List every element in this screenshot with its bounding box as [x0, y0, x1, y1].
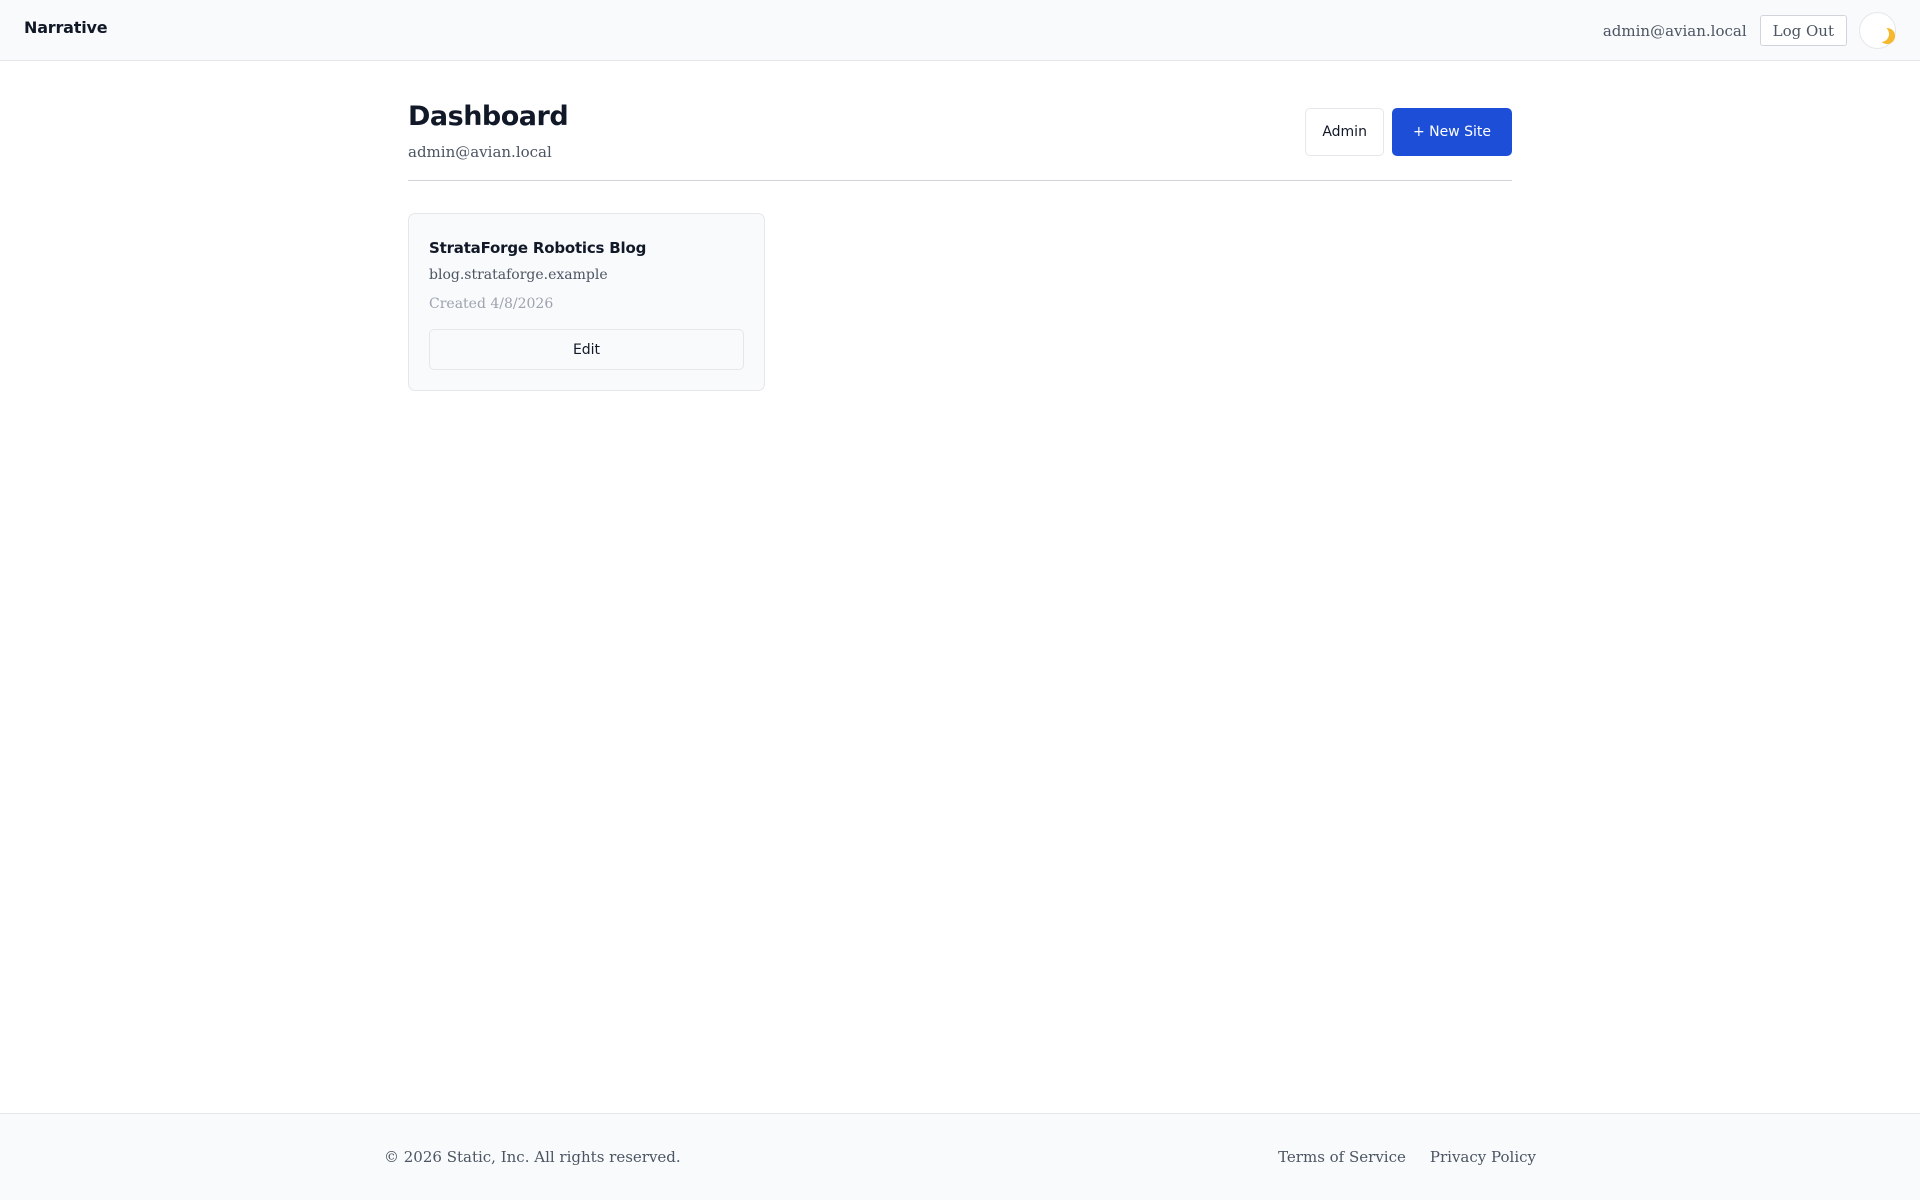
site-domain: blog.strataforge.example	[429, 267, 608, 283]
site-name: StrataForge Robotics Blog	[429, 239, 647, 257]
terms-of-service-link[interactable]: Terms of Service	[1278, 1148, 1406, 1166]
navbar-user-area: admin@avian.local Log Out	[1603, 12, 1896, 49]
theme-toggle-button[interactable]	[1859, 12, 1896, 49]
page-subtitle-email: admin@avian.local	[408, 143, 552, 161]
footer-copyright: © 2026 Static, Inc. All rights reserved.	[384, 1148, 681, 1166]
footer-links: Terms of Service Privacy Policy	[1254, 1148, 1536, 1166]
logout-button[interactable]: Log Out	[1759, 15, 1847, 46]
page-title: Dashboard	[408, 101, 569, 132]
dashboard-header: Dashboard admin@avian.local Admin + New …	[408, 61, 1512, 181]
moon-icon	[1871, 24, 1892, 45]
new-site-button[interactable]: + New Site	[1391, 108, 1512, 156]
site-created-date: Created 4/8/2026	[429, 296, 554, 312]
navbar-user-email: admin@avian.local	[1602, 21, 1747, 40]
page-footer: © 2026 Static, Inc. All rights reserved.…	[0, 1113, 1920, 1200]
brand-logo[interactable]: Narrative	[24, 18, 108, 37]
edit-site-button[interactable]: Edit	[429, 329, 744, 370]
top-navbar: Narrative admin@avian.local Log Out	[0, 0, 1920, 61]
header-actions: Admin + New Site	[1305, 108, 1512, 156]
privacy-policy-link[interactable]: Privacy Policy	[1430, 1148, 1536, 1166]
main-content: Dashboard admin@avian.local Admin + New …	[408, 61, 1512, 391]
admin-button[interactable]: Admin	[1305, 108, 1384, 156]
site-card: StrataForge Robotics Blog blog.stratafor…	[408, 213, 765, 391]
